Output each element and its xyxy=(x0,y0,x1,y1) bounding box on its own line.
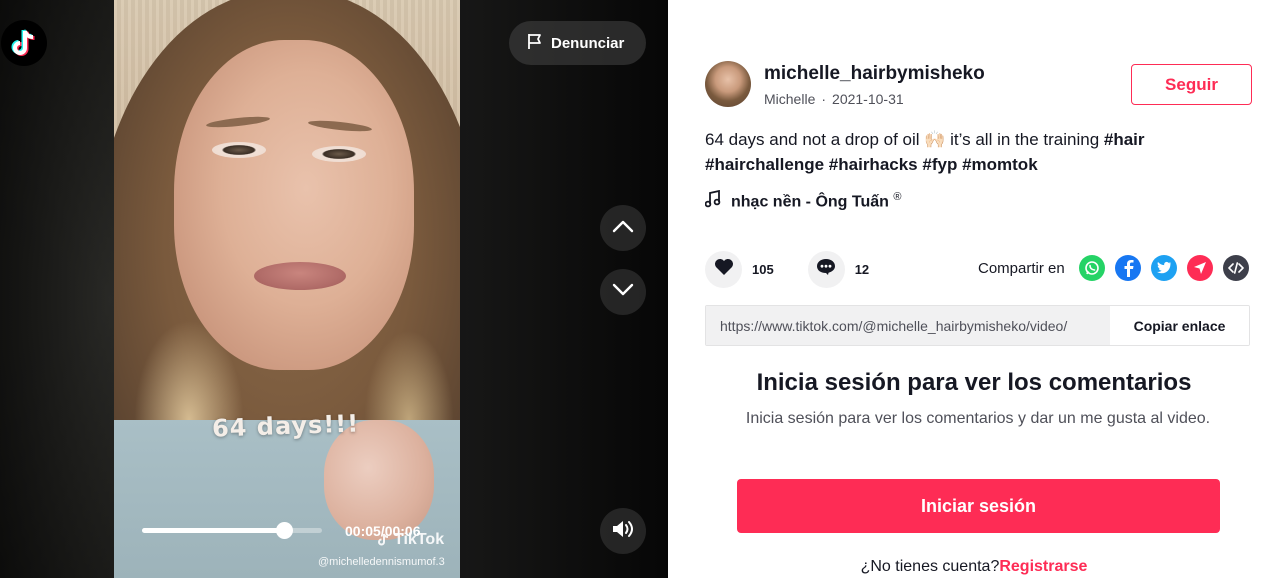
previous-video-button[interactable] xyxy=(600,205,646,251)
watermark-user: @michelledennismumof.3 xyxy=(318,556,445,568)
like-button[interactable] xyxy=(705,251,742,288)
heart-icon xyxy=(714,258,734,281)
like-count: 105 xyxy=(752,262,774,277)
display-name: Michelle xyxy=(764,91,816,107)
whatsapp-icon[interactable] xyxy=(1079,255,1105,281)
video-face xyxy=(174,40,414,370)
video-progress-bar[interactable] xyxy=(142,522,322,539)
share-icons xyxy=(1079,255,1249,281)
report-button[interactable]: Denunciar xyxy=(509,21,646,65)
login-button[interactable]: Iniciar sesión xyxy=(737,479,1220,533)
separator: · xyxy=(821,91,827,107)
hashtag-link[interactable]: #hair xyxy=(1104,130,1145,149)
next-video-button[interactable] xyxy=(600,269,646,315)
send-icon[interactable] xyxy=(1187,255,1213,281)
watermark-brand: TikTok xyxy=(394,531,445,548)
comment-icon xyxy=(816,258,836,281)
tiktok-logo-icon[interactable] xyxy=(1,20,47,66)
author-subline: Michelle · 2021-10-31 xyxy=(764,91,904,107)
signup-link[interactable]: Registrarse xyxy=(999,558,1087,575)
chevron-up-icon xyxy=(612,219,634,238)
facebook-icon[interactable] xyxy=(1115,255,1141,281)
action-bar: 105 12 xyxy=(705,251,869,288)
signup-prompt: ¿No tienes cuenta?Registrarse xyxy=(668,558,1280,576)
video-area: 64 days!!! Denunciar 00:05/00:06 TikTok … xyxy=(0,0,668,578)
video-player[interactable]: 64 days!!! xyxy=(114,0,460,578)
comment-button[interactable] xyxy=(807,251,845,288)
copy-link-button[interactable]: Copiar enlace xyxy=(1110,306,1249,345)
share-label: Compartir en xyxy=(978,260,1065,277)
post-description: 64 days and not a drop of oil 🙌🏻 it’s al… xyxy=(705,127,1225,177)
post-date: 2021-10-31 xyxy=(832,91,904,107)
flag-icon xyxy=(527,33,543,54)
login-subtitle: Inicia sesión para ver los comentarios y… xyxy=(745,410,1211,427)
report-label: Denunciar xyxy=(551,34,625,52)
volume-icon xyxy=(611,518,635,545)
video-watermark: TikTok xyxy=(378,531,444,549)
login-title: Inicia sesión para ver los comentarios xyxy=(756,369,1192,396)
details-panel: michelle_hairbymisheko Michelle · 2021-1… xyxy=(668,0,1280,578)
avatar[interactable] xyxy=(705,61,751,107)
comment-count: 12 xyxy=(854,262,870,277)
chevron-down-icon xyxy=(612,283,634,302)
description-text: 64 days and not a drop of oil 🙌🏻 it’s al… xyxy=(705,130,1100,149)
hashtag-link[interactable]: #hairchallenge xyxy=(705,155,824,174)
progress-fill xyxy=(142,528,285,533)
music-mark: ® xyxy=(893,191,902,204)
music-link[interactable]: nhạc nền - Ông Tuấn ® xyxy=(704,189,902,213)
hashtag-link[interactable]: #momtok xyxy=(962,155,1038,174)
music-note-icon xyxy=(704,189,721,213)
no-account-text: ¿No tienes cuenta? xyxy=(860,558,1000,575)
follow-button[interactable]: Seguir xyxy=(1131,64,1252,105)
copy-link-box: https://www.tiktok.com/@michelle_hairbym… xyxy=(705,305,1250,346)
video-url[interactable]: https://www.tiktok.com/@michelle_hairbym… xyxy=(706,306,1110,345)
twitter-icon[interactable] xyxy=(1151,255,1177,281)
hashtag-link[interactable]: #hairhacks xyxy=(829,155,918,174)
video-caption-overlay: 64 days!!! xyxy=(211,409,360,443)
hashtag-link[interactable]: #fyp xyxy=(922,155,957,174)
embed-icon[interactable] xyxy=(1223,255,1249,281)
username[interactable]: michelle_hairbymisheko xyxy=(764,63,985,85)
music-title: nhạc nền - Ông Tuấn xyxy=(731,193,889,211)
volume-button[interactable] xyxy=(600,508,646,554)
